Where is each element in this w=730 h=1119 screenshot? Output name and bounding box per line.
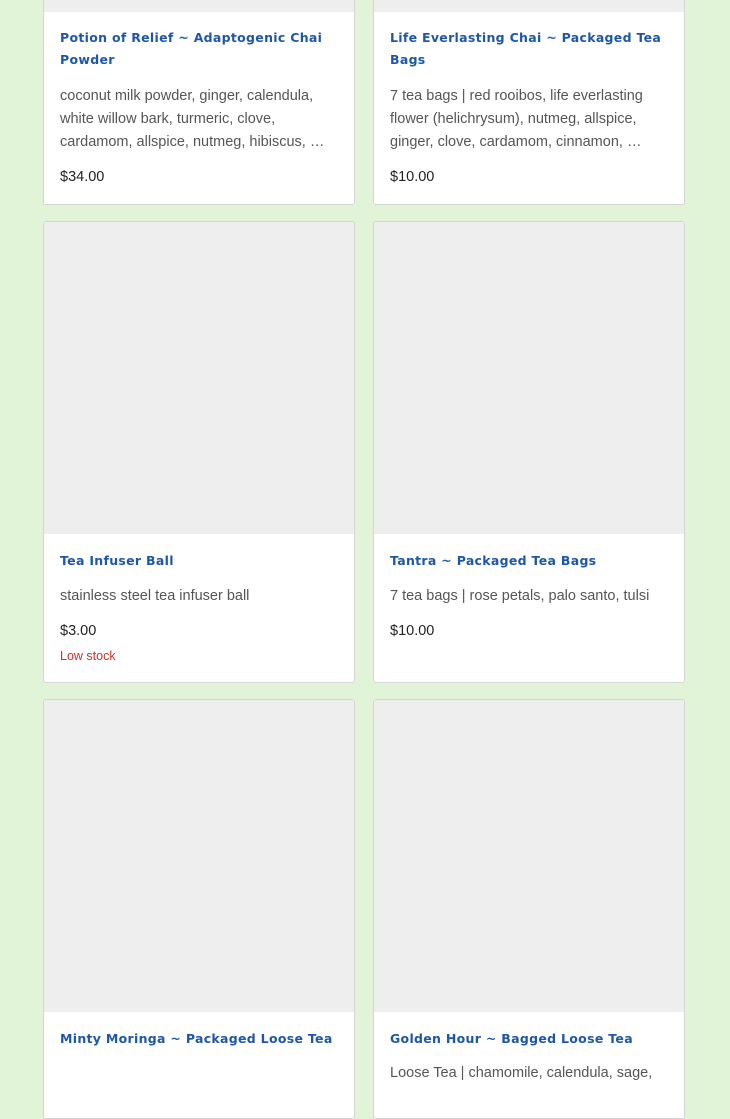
product-image[interactable] xyxy=(44,700,354,1012)
product-description: 7 tea bags | red rooibos, life everlasti… xyxy=(390,88,643,150)
product-description: coconut milk powder, ginger, calendula, … xyxy=(60,88,325,150)
product-description: Loose Tea | chamomile, calendula, sage, xyxy=(390,1065,653,1081)
product-price: $10.00 xyxy=(390,623,435,639)
product-image[interactable] xyxy=(374,700,684,1012)
product-card[interactable]: Potion of Relief ~ Adaptogenic Chai Powd… xyxy=(43,0,355,205)
product-card[interactable]: Tantra ~ Packaged Tea Bags 7 tea bags | … xyxy=(373,221,685,683)
product-image[interactable] xyxy=(374,222,684,534)
product-image[interactable] xyxy=(374,0,684,12)
product-price: $10.00 xyxy=(390,169,435,185)
product-card[interactable]: Tea Infuser Ball stainless steel tea inf… xyxy=(43,221,355,683)
product-image[interactable] xyxy=(44,0,354,12)
product-card[interactable]: Minty Moringa ~ Packaged Loose Tea xyxy=(43,699,355,1119)
product-title[interactable]: Life Everlasting Chai ~ Packaged Tea Bag… xyxy=(390,27,672,71)
product-title[interactable]: Tantra ~ Packaged Tea Bags xyxy=(390,550,672,572)
product-card[interactable]: Golden Hour ~ Bagged Loose Tea Loose Tea… xyxy=(373,699,685,1119)
product-title[interactable]: Golden Hour ~ Bagged Loose Tea xyxy=(390,1028,672,1050)
product-image[interactable] xyxy=(44,222,354,534)
product-price: $34.00 xyxy=(60,169,105,185)
product-title[interactable]: Tea Infuser Ball xyxy=(60,550,342,572)
product-description: stainless steel tea infuser ball xyxy=(60,588,250,604)
stock-status: Low stock xyxy=(60,649,116,663)
product-price: $3.00 xyxy=(60,623,97,639)
product-title[interactable]: Minty Moringa ~ Packaged Loose Tea xyxy=(60,1028,342,1050)
product-description: 7 tea bags | rose petals, palo santo, tu… xyxy=(390,588,650,604)
product-title[interactable]: Potion of Relief ~ Adaptogenic Chai Powd… xyxy=(60,27,342,71)
product-card[interactable]: Life Everlasting Chai ~ Packaged Tea Bag… xyxy=(373,0,685,205)
